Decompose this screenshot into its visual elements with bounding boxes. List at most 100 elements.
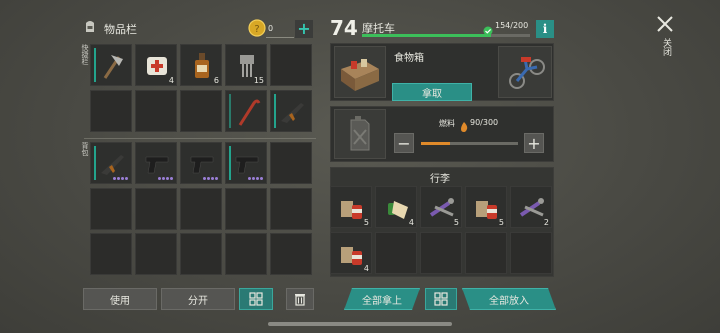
bandage-icon xyxy=(147,57,167,75)
food-cans-icon xyxy=(341,201,362,219)
wrench-tools-icon xyxy=(519,198,544,217)
inventory-slot-pistol[interactable] xyxy=(135,142,177,184)
inventory-slot-pistol[interactable] xyxy=(180,142,222,184)
quick-slot-label: 快捷栏 xyxy=(81,44,89,65)
fuel-minus-button[interactable]: − xyxy=(394,133,414,153)
durability-bar xyxy=(94,146,96,180)
home-indicator xyxy=(268,322,452,326)
box-label: 食物箱 xyxy=(394,53,424,64)
durability-bar xyxy=(274,94,276,128)
close-icon xyxy=(657,16,673,32)
inventory-slot-empty[interactable] xyxy=(180,188,222,230)
inventory-slot-transistor[interactable]: 15 xyxy=(225,44,267,86)
fuel-plus-button[interactable]: + xyxy=(524,133,544,153)
fuel-value: 90/300 xyxy=(470,118,499,127)
inventory-slot-bandage[interactable]: 4 xyxy=(135,44,177,86)
inventory-slot-empty[interactable] xyxy=(135,188,177,230)
vehicle-level: 74 xyxy=(330,16,358,40)
inventory-slot-empty[interactable] xyxy=(90,188,132,230)
close-button[interactable] xyxy=(655,14,675,34)
add-coin-button[interactable]: + xyxy=(295,20,313,38)
jerrycan-icon xyxy=(334,109,386,159)
inventory-slot-empty[interactable] xyxy=(180,90,222,132)
motorcycle-icon xyxy=(498,46,552,98)
hatchet-icon xyxy=(103,55,123,79)
inventory-slot-empty[interactable] xyxy=(270,233,312,275)
cargo-slot-empty[interactable] xyxy=(465,232,507,274)
inventory-slot-empty[interactable] xyxy=(135,233,177,275)
food-cans-icon xyxy=(341,247,362,265)
wrench-tools-icon xyxy=(429,198,454,217)
backpack-label: 背包 xyxy=(81,142,89,156)
cargo-slot-food-scroll[interactable]: 4 xyxy=(375,186,417,228)
item-quantity: 5 xyxy=(498,218,504,227)
item-quantity: 4 xyxy=(168,76,174,85)
trash-button[interactable] xyxy=(286,288,314,310)
cargo-slot-empty[interactable] xyxy=(375,232,417,274)
inventory-title: 物品栏 xyxy=(104,23,137,36)
section-divider xyxy=(84,138,316,139)
inventory-slot-rifle[interactable] xyxy=(270,90,312,132)
coin-icon: ? xyxy=(248,19,266,37)
cargo-slot-empty[interactable] xyxy=(420,232,462,274)
whiskey-bottle-icon xyxy=(195,53,209,78)
minus-icon: − xyxy=(397,133,411,153)
coin-count-underline xyxy=(266,37,294,38)
fire-icon xyxy=(460,117,468,132)
food-box-icon[interactable] xyxy=(334,46,386,98)
put-all-button[interactable]: 全部放入 xyxy=(462,288,556,310)
grid-icon xyxy=(249,292,263,306)
inventory-slot-hatchet[interactable] xyxy=(90,44,132,86)
inventory-slot-empty[interactable] xyxy=(180,233,222,275)
cargo-slot-empty[interactable] xyxy=(510,232,552,274)
item-quantity: 5 xyxy=(453,218,459,227)
cargo-slot-food-cans[interactable]: 5 xyxy=(330,186,372,228)
inventory-slot-empty[interactable] xyxy=(270,188,312,230)
close-label[interactable]: 关闭 xyxy=(660,38,673,56)
inventory-slot-empty[interactable] xyxy=(135,90,177,132)
capacity-icon xyxy=(483,21,493,36)
inventory-slot-whiskey[interactable]: 6 xyxy=(180,44,222,86)
sort-cargo-button[interactable] xyxy=(425,288,457,310)
fuel-bar-fill xyxy=(421,142,451,145)
durability-bar xyxy=(229,146,231,180)
assault-rifle-icon xyxy=(101,155,124,175)
item-quantity: 4 xyxy=(363,264,369,273)
pistol-icon xyxy=(145,156,169,174)
inventory-slot-empty[interactable] xyxy=(90,90,132,132)
inventory-slot-empty[interactable] xyxy=(90,233,132,275)
fuel-bar-track[interactable] xyxy=(421,142,518,145)
cargo-slot-tools[interactable]: 5 xyxy=(420,186,462,228)
cargo-slot-food-cans[interactable]: 5 xyxy=(465,186,507,228)
take-all-button[interactable]: 全部拿上 xyxy=(344,288,420,310)
capacity-bar-track xyxy=(362,34,530,37)
split-button[interactable]: 分开 xyxy=(161,288,235,310)
cargo-slot-tools[interactable]: 2 xyxy=(510,186,552,228)
sort-inventory-button[interactable] xyxy=(239,288,273,310)
grid-icon xyxy=(434,292,448,306)
item-quantity: 15 xyxy=(253,76,264,85)
use-button[interactable]: 使用 xyxy=(83,288,157,310)
inventory-slot-empty[interactable] xyxy=(225,188,267,230)
fuel-label: 燃料 xyxy=(439,119,455,128)
info-icon: i xyxy=(542,22,548,36)
item-quantity: 5 xyxy=(363,218,369,227)
food-scroll-icon xyxy=(388,201,408,219)
take-button[interactable]: 拿取 xyxy=(392,83,472,101)
capacity-value: 154/200 xyxy=(495,21,529,30)
cargo-label: 行李 xyxy=(430,174,450,185)
inventory-slot-empty[interactable] xyxy=(270,142,312,184)
info-button[interactable]: i xyxy=(536,20,554,38)
inventory-slot-pistol[interactable] xyxy=(225,142,267,184)
inventory-slot-empty[interactable] xyxy=(270,44,312,86)
pistol-icon xyxy=(190,156,214,174)
inventory-slot-rifle[interactable] xyxy=(90,142,132,184)
item-quantity: 2 xyxy=(543,218,549,227)
durability-bar xyxy=(229,94,231,128)
food-cans-icon xyxy=(476,201,497,219)
cargo-slot-food-cans[interactable]: 4 xyxy=(330,232,372,274)
inventory-slot-crowbar[interactable] xyxy=(225,90,267,132)
pistol-icon xyxy=(235,156,259,174)
inventory-slot-empty[interactable] xyxy=(225,233,267,275)
rarity-dots xyxy=(158,177,173,180)
